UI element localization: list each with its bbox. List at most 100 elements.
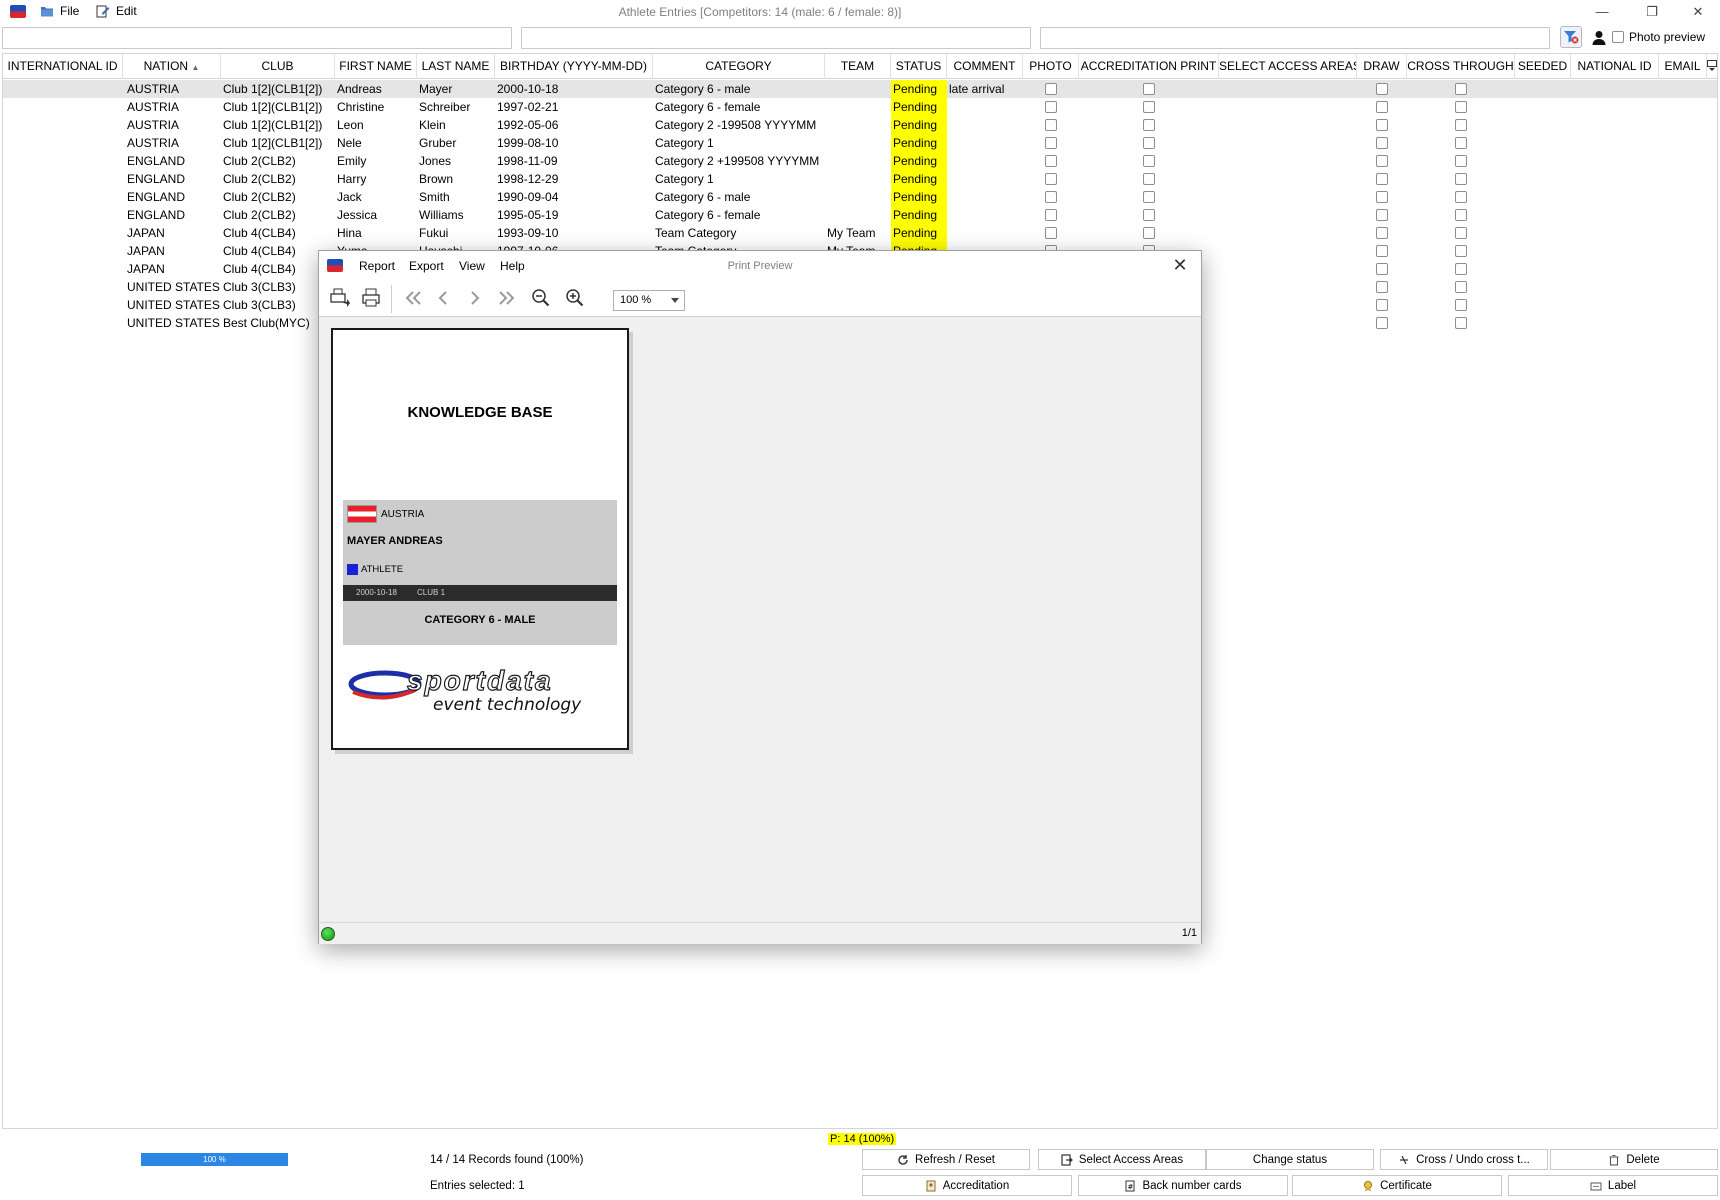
cross-through-checkbox[interactable] <box>1455 263 1467 275</box>
accreditation-print-checkbox[interactable] <box>1143 137 1155 149</box>
accreditation-print-checkbox[interactable] <box>1143 83 1155 95</box>
zoom-in-button[interactable] <box>563 287 587 309</box>
preview-canvas[interactable]: KNOWLEDGE BASE AUSTRIA MAYER ANDREAS ATH… <box>319 318 1201 922</box>
photo-checkbox[interactable] <box>1045 101 1057 113</box>
zoom-out-button[interactable] <box>529 287 553 309</box>
col-select-access-areas[interactable]: SELECT ACCESS AREAS <box>1219 54 1357 79</box>
photo-preview-checkbox[interactable] <box>1612 31 1624 43</box>
draw-checkbox[interactable] <box>1376 317 1388 329</box>
filter-input-3[interactable] <box>1040 27 1550 49</box>
col-accreditation-print[interactable]: ACCREDITATION PRINT <box>1079 54 1219 79</box>
col-club[interactable]: CLUB <box>221 54 335 79</box>
print-setup-button[interactable] <box>327 287 351 309</box>
filter-input-2[interactable] <box>521 27 1031 49</box>
table-row[interactable]: ENGLAND Club 2(CLB2) Harry Brown 1998-12-29 C… <box>3 170 1717 188</box>
delete-button[interactable]: Delete <box>1550 1149 1718 1170</box>
table-row[interactable]: JAPAN Club 4(CLB4) Hina Fukui 1993-09-10 Team… <box>3 224 1717 242</box>
photo-checkbox[interactable] <box>1045 137 1057 149</box>
cross-through-checkbox[interactable] <box>1455 281 1467 293</box>
cross-through-checkbox[interactable] <box>1455 173 1467 185</box>
cross-through-checkbox[interactable] <box>1455 119 1467 131</box>
close-button[interactable]: ✕ <box>1686 2 1710 22</box>
draw-checkbox[interactable] <box>1376 119 1388 131</box>
table-row[interactable]: AUSTRIA Club 1[2](CLB1[2]) Nele Gruber 1999-… <box>3 134 1717 152</box>
draw-checkbox[interactable] <box>1376 173 1388 185</box>
table-row[interactable]: ENGLAND Club 2(CLB2) Jessica Williams 1995-0… <box>3 206 1717 224</box>
col-team[interactable]: TEAM <box>825 54 891 79</box>
draw-checkbox[interactable] <box>1376 299 1388 311</box>
cross-through-checkbox[interactable] <box>1455 209 1467 221</box>
col-nation[interactable]: NATION ▲ <box>123 54 221 79</box>
draw-checkbox[interactable] <box>1376 101 1388 113</box>
accreditation-print-checkbox[interactable] <box>1143 119 1155 131</box>
next-page-button[interactable] <box>463 287 487 309</box>
col-photo[interactable]: PHOTO <box>1023 54 1079 79</box>
photo-checkbox[interactable] <box>1045 83 1057 95</box>
photo-checkbox[interactable] <box>1045 191 1057 203</box>
cross-through-checkbox[interactable] <box>1455 245 1467 257</box>
filter-input-1[interactable] <box>2 27 512 49</box>
select-access-areas-button[interactable]: Select Access Areas <box>1038 1149 1206 1170</box>
cross-through-checkbox[interactable] <box>1455 155 1467 167</box>
photo-checkbox[interactable] <box>1045 209 1057 221</box>
first-page-button[interactable] <box>401 287 425 309</box>
cross-undo-button[interactable]: Cross / Undo cross t... <box>1380 1149 1548 1170</box>
draw-checkbox[interactable] <box>1376 245 1388 257</box>
cross-through-checkbox[interactable] <box>1455 227 1467 239</box>
cross-through-checkbox[interactable] <box>1455 137 1467 149</box>
accreditation-print-checkbox[interactable] <box>1143 209 1155 221</box>
photo-checkbox[interactable] <box>1045 155 1057 167</box>
accreditation-print-checkbox[interactable] <box>1143 173 1155 185</box>
draw-checkbox[interactable] <box>1376 263 1388 275</box>
cross-through-checkbox[interactable] <box>1455 191 1467 203</box>
table-row[interactable]: ENGLAND Club 2(CLB2) Emily Jones 1998-11-09 C… <box>3 152 1717 170</box>
print-button[interactable] <box>359 287 383 309</box>
accreditation-print-checkbox[interactable] <box>1143 191 1155 203</box>
previous-page-button[interactable] <box>431 287 455 309</box>
col-status[interactable]: STATUS <box>891 54 947 79</box>
table-row[interactable]: AUSTRIA Club 1[2](CLB1[2]) Leon Klein 1992-0… <box>3 116 1717 134</box>
draw-checkbox[interactable] <box>1376 155 1388 167</box>
draw-checkbox[interactable] <box>1376 227 1388 239</box>
cross-through-checkbox[interactable] <box>1455 299 1467 311</box>
restore-button[interactable]: ❐ <box>1640 2 1664 22</box>
col-draw[interactable]: DRAW <box>1357 54 1407 79</box>
cross-through-checkbox[interactable] <box>1455 317 1467 329</box>
col-comment[interactable]: COMMENT <box>947 54 1023 79</box>
zoom-select[interactable]: 100 % <box>613 290 685 311</box>
col-seeded[interactable]: SEEDED <box>1515 54 1571 79</box>
certificate-button[interactable]: Certificate <box>1292 1175 1502 1196</box>
minimize-button[interactable]: — <box>1590 2 1614 22</box>
col-email[interactable]: EMAIL <box>1659 54 1707 79</box>
change-status-button[interactable]: Change status <box>1206 1149 1374 1170</box>
dialog-close-button[interactable]: ✕ <box>1169 254 1191 276</box>
col-birthday[interactable]: BIRTHDAY (YYYY-MM-DD) <box>495 54 653 79</box>
col-international-id[interactable]: INTERNATIONAL ID <box>3 54 123 79</box>
draw-checkbox[interactable] <box>1376 209 1388 221</box>
photo-checkbox[interactable] <box>1045 227 1057 239</box>
accreditation-print-checkbox[interactable] <box>1143 227 1155 239</box>
accreditation-print-checkbox[interactable] <box>1143 101 1155 113</box>
table-row[interactable]: AUSTRIA Club 1[2](CLB1[2]) Christine Schrei… <box>3 98 1717 116</box>
label-button[interactable]: Label <box>1508 1175 1718 1196</box>
photo-checkbox[interactable] <box>1045 173 1057 185</box>
draw-checkbox[interactable] <box>1376 191 1388 203</box>
col-national-id[interactable]: NATIONAL ID <box>1571 54 1659 79</box>
back-number-cards-button[interactable]: # Back number cards <box>1078 1175 1288 1196</box>
col-cross-through[interactable]: CROSS THROUGH <box>1407 54 1515 79</box>
cross-through-checkbox[interactable] <box>1455 101 1467 113</box>
photo-checkbox[interactable] <box>1045 119 1057 131</box>
table-row[interactable]: AUSTRIA Club 1[2](CLB1[2]) Andreas Mayer 200… <box>3 80 1717 98</box>
col-category[interactable]: CATEGORY <box>653 54 825 79</box>
refresh-reset-button[interactable]: Refresh / Reset <box>862 1149 1030 1170</box>
last-page-button[interactable] <box>495 287 519 309</box>
col-last-name[interactable]: LAST NAME <box>417 54 495 79</box>
cross-through-checkbox[interactable] <box>1455 83 1467 95</box>
accreditation-print-checkbox[interactable] <box>1143 155 1155 167</box>
draw-checkbox[interactable] <box>1376 83 1388 95</box>
photo-preview-toggle[interactable]: Photo preview <box>1612 30 1705 44</box>
clear-filter-button[interactable] <box>1560 26 1582 48</box>
column-chooser-icon[interactable] <box>1707 60 1717 72</box>
accreditation-button[interactable]: Accreditation <box>862 1175 1072 1196</box>
draw-checkbox[interactable] <box>1376 137 1388 149</box>
